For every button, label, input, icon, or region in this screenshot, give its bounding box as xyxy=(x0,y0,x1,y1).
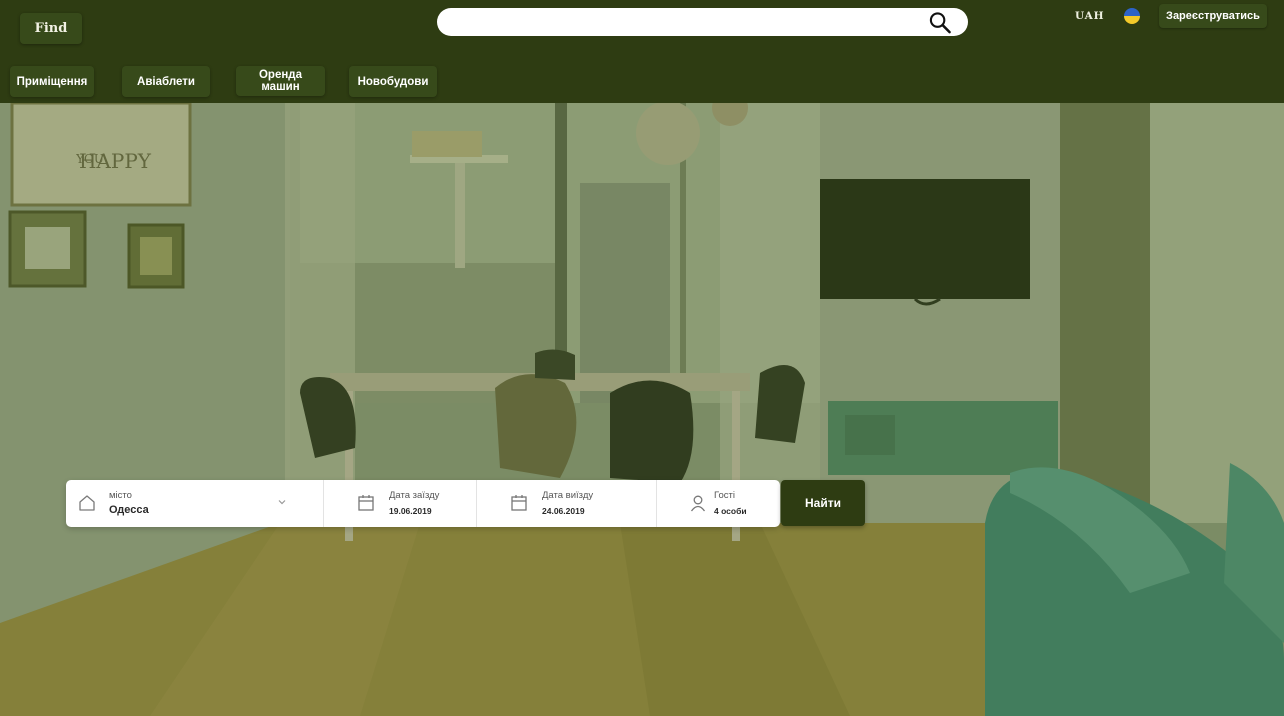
checkin-field[interactable]: Дата заїзду 19.06.2019 xyxy=(323,480,476,527)
top-header: Find UAH Зареєструватись Приміщення Авіа… xyxy=(0,0,1284,103)
guests-label: Гості xyxy=(714,490,736,501)
logo[interactable]: Find xyxy=(20,13,82,44)
search-input[interactable] xyxy=(451,12,921,32)
checkout-field[interactable]: Дата виїзду 24.06.2019 xyxy=(476,480,656,527)
booking-form: місто Одесса Дата заїзду 19.06.2019 Дата… xyxy=(66,480,780,527)
register-button[interactable]: Зареєструватись xyxy=(1159,4,1267,28)
city-field[interactable]: місто Одесса xyxy=(66,480,323,527)
search-icon[interactable] xyxy=(928,11,952,34)
nav-item-premises[interactable]: Приміщення xyxy=(10,66,94,97)
user-icon xyxy=(690,495,706,512)
city-value: Одесса xyxy=(109,504,149,516)
nav-item-new-buildings[interactable]: Новобудови xyxy=(349,66,437,97)
hero-background: YOU HAPPY xyxy=(0,103,1284,716)
checkin-value: 19.06.2019 xyxy=(389,506,432,516)
calendar-icon xyxy=(511,495,527,511)
city-label: місто xyxy=(109,490,132,501)
checkin-label: Дата заїзду xyxy=(389,490,440,501)
flag-ukraine-icon[interactable] xyxy=(1124,8,1140,24)
nav-item-flights[interactable]: Авіаблети xyxy=(122,66,210,97)
home-icon xyxy=(79,495,95,511)
chevron-down-icon[interactable] xyxy=(277,497,287,507)
guests-field[interactable]: Гості 4 особи xyxy=(656,480,780,527)
checkout-label: Дата виїзду xyxy=(542,490,594,501)
calendar-icon xyxy=(358,495,374,511)
checkout-value: 24.06.2019 xyxy=(542,506,585,516)
currency-selector[interactable]: UAH xyxy=(1075,9,1104,24)
guests-value: 4 особи xyxy=(714,506,747,516)
nav-item-car-rental[interactable]: Оренда машин xyxy=(236,66,325,96)
find-button[interactable]: Найти xyxy=(781,480,865,526)
search-bar[interactable] xyxy=(437,8,968,36)
interior-photo: YOU HAPPY xyxy=(0,103,1284,716)
